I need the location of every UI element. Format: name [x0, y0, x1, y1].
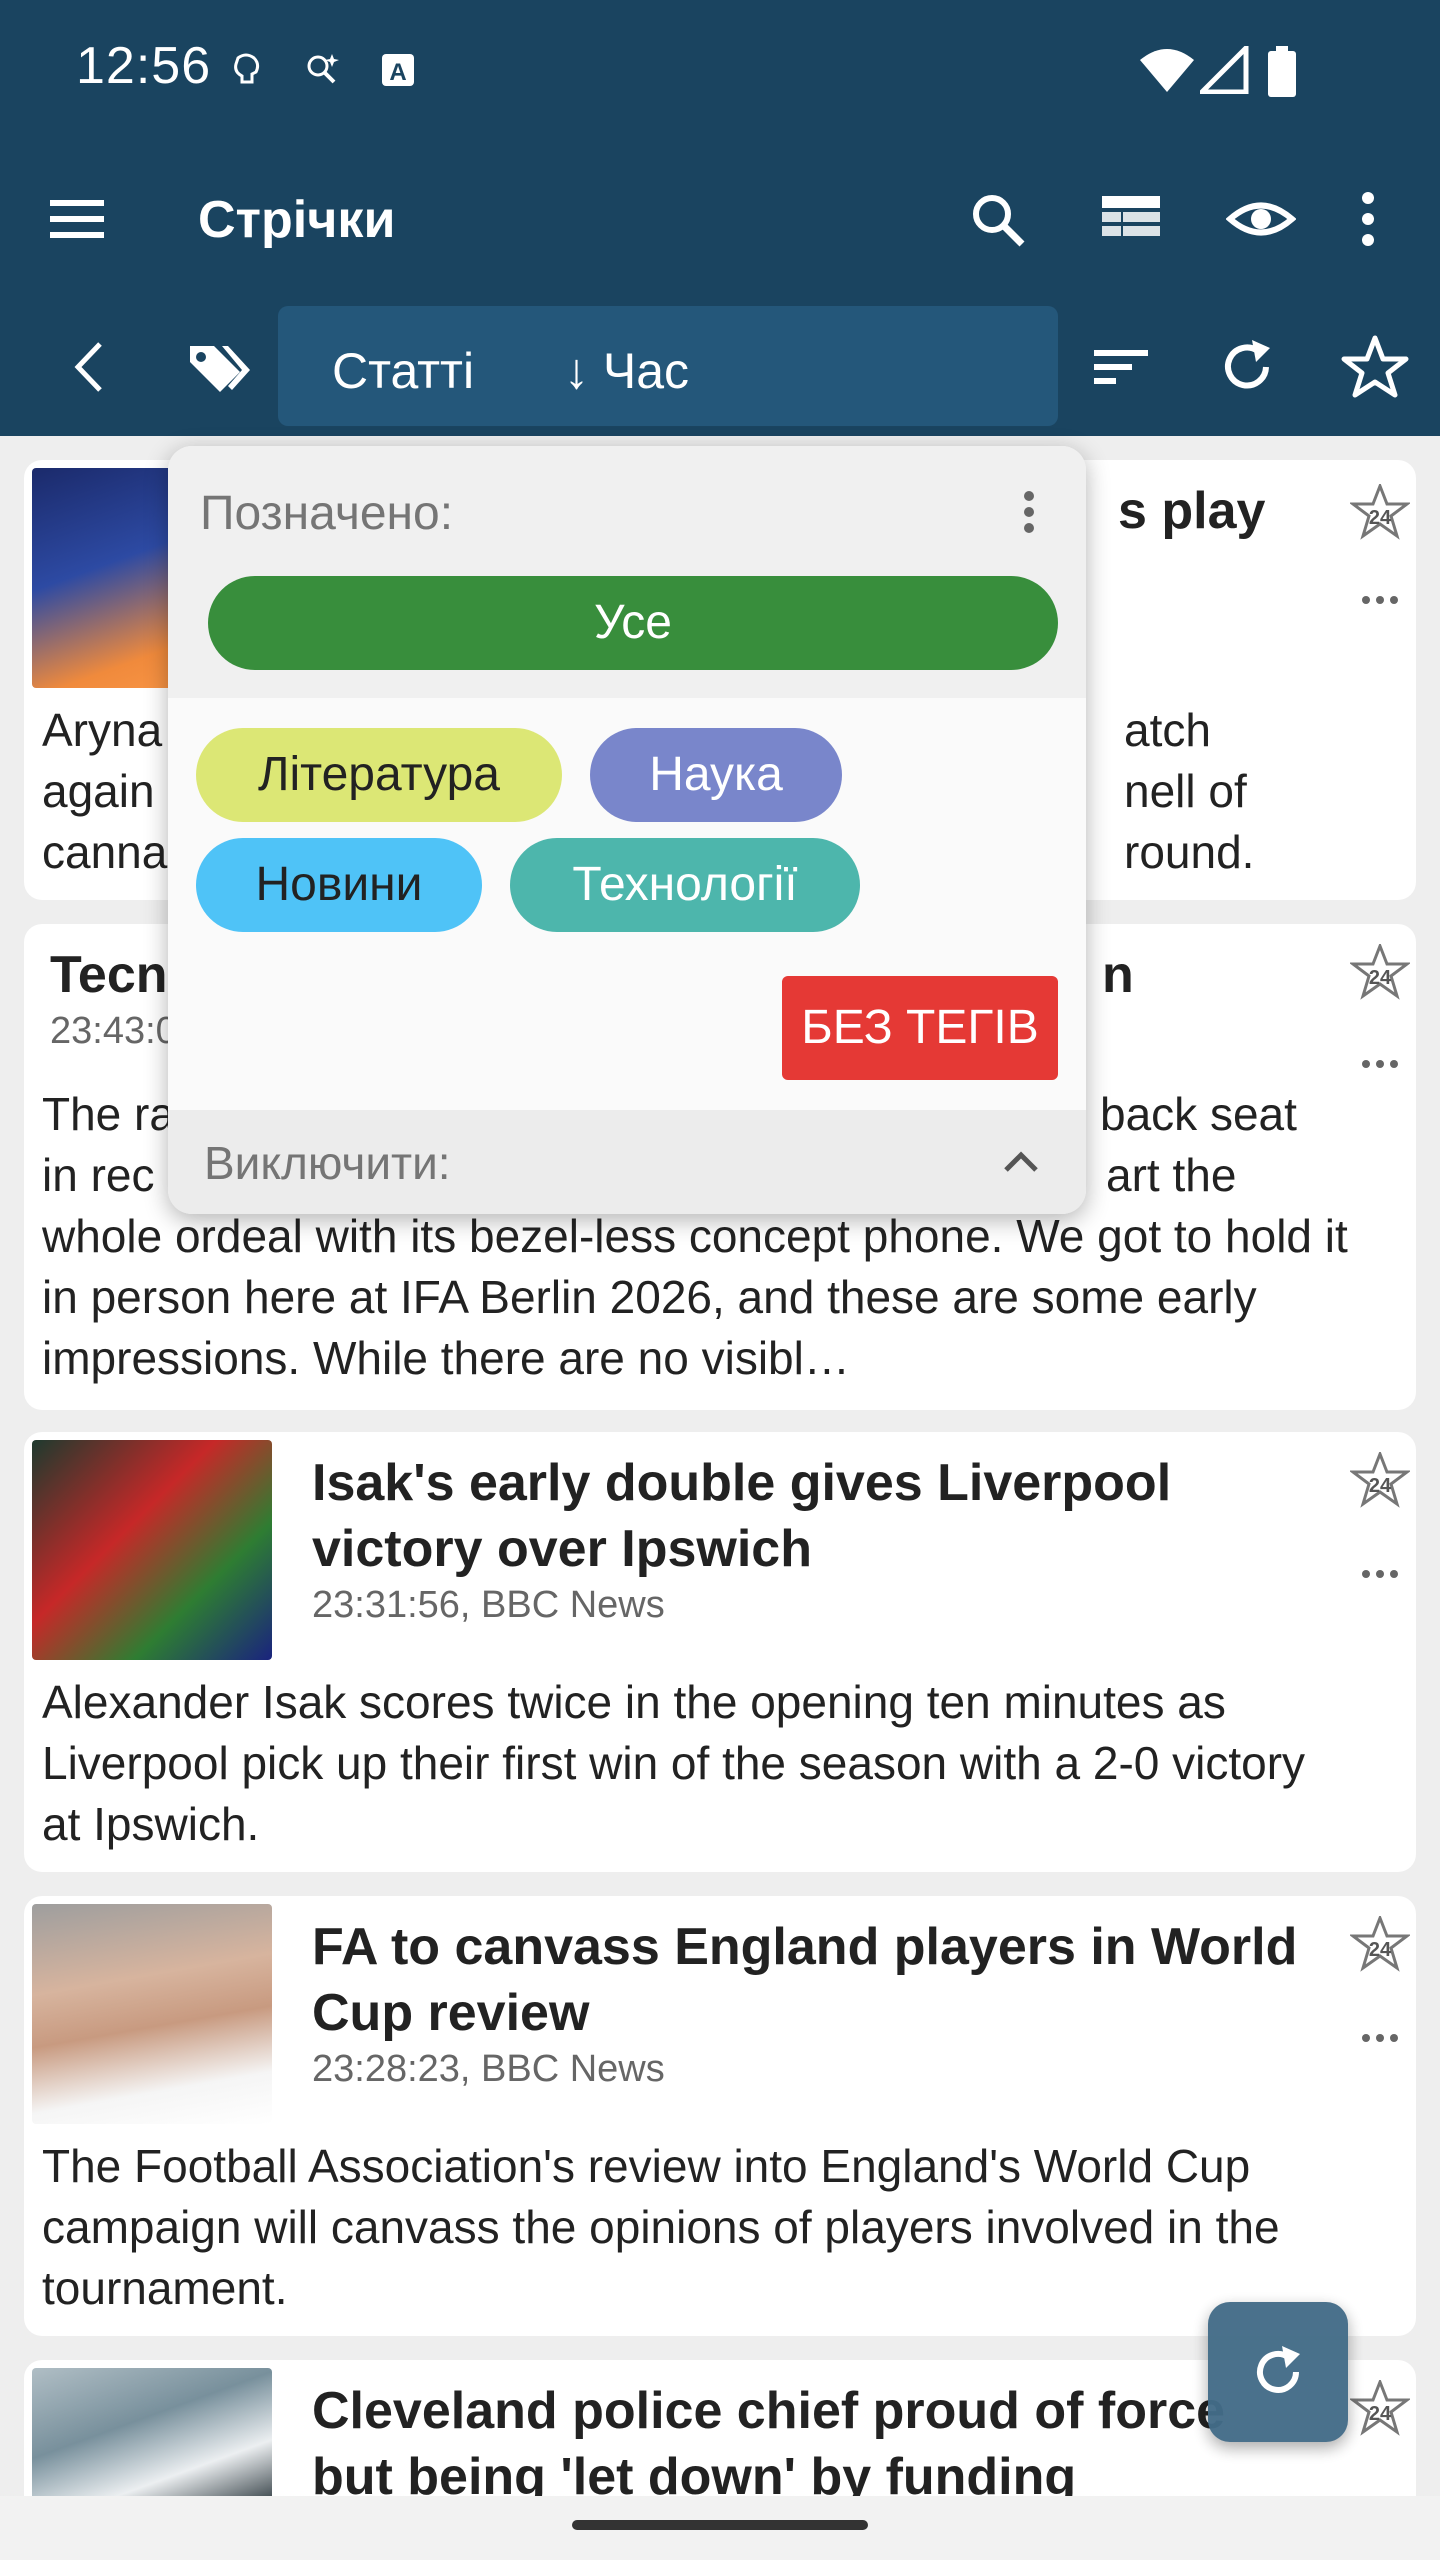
no-tags-button[interactable]: БЕЗ ТЕГІВ [782, 976, 1058, 1080]
search-icon[interactable] [962, 184, 1032, 254]
sort-label[interactable]: ↓ Час [564, 342, 689, 400]
eye-icon[interactable] [1226, 184, 1296, 254]
tag-chip-news[interactable]: Новини [196, 838, 482, 932]
star-icon[interactable] [1340, 332, 1410, 402]
filter-selector[interactable]: Статті ↓ Час [278, 306, 1058, 426]
refresh-icon [1257, 2346, 1300, 2393]
favorite-24-icon[interactable]: 24 [1350, 944, 1410, 1004]
article-thumbnail [32, 2368, 272, 2496]
more-vertical-icon[interactable] [1014, 484, 1044, 544]
marked-label: Позначено: [200, 487, 454, 540]
article-body: whole ordeal with its bezel-less concept… [42, 1210, 1348, 1384]
exclude-label: Виключити: [204, 1137, 451, 1189]
battery-icon [1268, 46, 1296, 97]
more-horizontal-icon[interactable] [1358, 590, 1402, 610]
favorite-24-icon[interactable]: 24 [1350, 484, 1410, 544]
article-body-fragment: round. [1124, 826, 1255, 878]
article-thumbnail [32, 1440, 272, 1660]
refresh-icon[interactable] [1212, 332, 1282, 402]
favorite-24-icon[interactable]: 24 [1350, 1452, 1410, 1512]
cell-signal-icon [1200, 46, 1249, 94]
tag-filter-popup: Позначено: Усе Література Наука Новини Т… [168, 446, 1086, 1214]
search-sparkle-notification-icon [307, 54, 339, 84]
app-bar: 12:56 A Стрічки Статті ↓ Час [0, 0, 1440, 436]
tag-chip-science[interactable]: Наука [590, 728, 842, 822]
article-title[interactable]: Cleveland police chief proud of force bu… [312, 2378, 1312, 2496]
article-body-fragment: back seat [1100, 1088, 1297, 1140]
svg-text:24: 24 [1369, 507, 1392, 529]
svg-text:24: 24 [1369, 1475, 1392, 1497]
svg-text:24: 24 [1369, 1939, 1392, 1961]
refresh-fab[interactable] [1208, 2302, 1348, 2442]
svg-text:24: 24 [1369, 2403, 1392, 2425]
article-body-fragment: art the [1106, 1149, 1237, 1201]
more-vertical-icon[interactable] [1346, 184, 1390, 254]
tags-icon[interactable] [184, 332, 254, 402]
font-notification-icon: A [382, 54, 414, 86]
article-title-fragment: n [1102, 946, 1134, 1004]
menu-icon[interactable] [42, 184, 112, 254]
article-thumbnail [32, 1904, 272, 2124]
brain-notification-icon [234, 53, 260, 84]
article-card[interactable]: FA to canvass England players in World C… [24, 1896, 1416, 2336]
marked-section: Позначено: Усе [168, 446, 1086, 698]
article-body-fragment: nell of [1124, 765, 1247, 817]
status-bar: 12:56 A [0, 0, 1440, 140]
article-title[interactable]: FA to canvass England players in World C… [312, 1914, 1312, 2046]
article-body-fragment: atch [1124, 704, 1211, 756]
view-layout-icon[interactable] [1096, 184, 1166, 254]
article-meta: 23:28:23, BBC News [312, 2048, 665, 2090]
wifi-icon [1140, 49, 1194, 92]
article-body: The Football Association's review into E… [42, 2140, 1280, 2314]
svg-text:24: 24 [1369, 967, 1392, 989]
chevron-up-icon[interactable] [998, 1140, 1044, 1186]
more-horizontal-icon[interactable] [1358, 2028, 1402, 2048]
article-type-label[interactable]: Статті [332, 342, 474, 400]
tag-chip-technology[interactable]: Технології [510, 838, 860, 932]
article-meta-fragment: 23:43:0 [50, 1010, 177, 1052]
svg-text:A: A [389, 59, 406, 86]
article-body: Alexander Isak scores twice in the openi… [42, 1676, 1306, 1850]
article-meta: 23:31:56, BBC News [312, 1584, 665, 1626]
favorite-24-icon[interactable]: 24 [1350, 1916, 1410, 1976]
all-tags-button[interactable]: Усе [208, 576, 1058, 670]
navigation-bar [0, 2496, 1440, 2560]
page-title: Стрічки [198, 191, 396, 249]
back-chevron-icon[interactable] [56, 332, 126, 402]
exclude-section[interactable]: Виключити: [168, 1110, 1086, 1214]
article-title[interactable]: Isak's early double gives Liverpool vict… [312, 1450, 1312, 1582]
article-title-fragment: s play [1118, 482, 1266, 540]
tag-chip-literature[interactable]: Література [196, 728, 562, 822]
more-horizontal-icon[interactable] [1358, 1054, 1402, 1074]
status-time: 12:56 [76, 37, 212, 95]
favorite-24-icon[interactable]: 24 [1350, 2380, 1410, 2440]
article-card[interactable]: Isak's early double gives Liverpool vict… [24, 1432, 1416, 1872]
more-horizontal-icon[interactable] [1358, 1564, 1402, 1584]
sort-icon[interactable] [1086, 332, 1156, 402]
toolbar: Стрічки [0, 160, 1440, 280]
filter-bar: Статті ↓ Час [0, 300, 1440, 436]
gesture-handle[interactable] [572, 2520, 868, 2530]
